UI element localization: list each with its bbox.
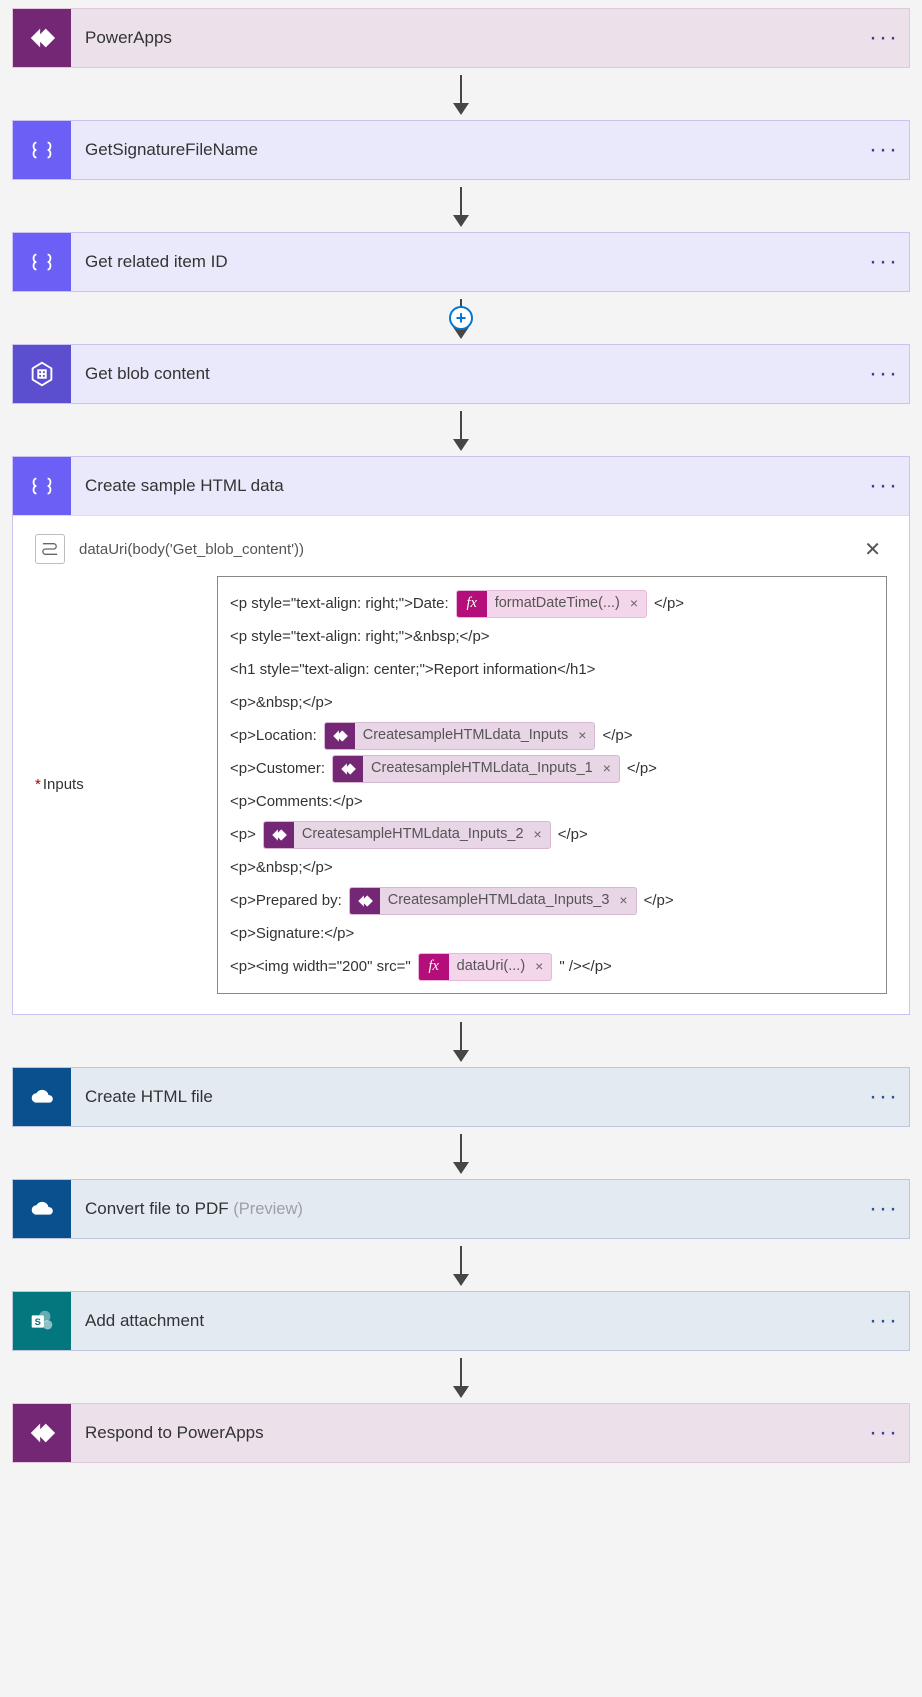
connector-arrow [12,68,910,120]
step-menu-button[interactable]: ··· [869,1307,909,1335]
step-menu-button[interactable]: ··· [869,472,909,500]
step-getsignaturefilename[interactable]: GetSignatureFileName ··· [12,120,910,180]
step-header[interactable]: Create sample HTML data ··· [13,457,909,515]
token-remove-icon[interactable]: × [574,722,594,750]
add-step-button[interactable]: + [449,306,473,330]
step-title: Add attachment [71,1311,869,1331]
powerapps-icon [264,821,294,849]
connector-arrow [12,180,910,232]
peek-icon[interactable] [35,534,65,564]
connector-arrow [12,1351,910,1403]
onedrive-icon [13,1180,71,1238]
token-inputs-1[interactable]: CreatesampleHTMLdata_Inputs_1 × [332,755,620,783]
step-convertfiletopdf[interactable]: Convert file to PDF (Preview) ··· [12,1179,910,1239]
step-menu-button[interactable]: ··· [869,360,909,388]
compose-icon [13,457,71,515]
connector-arrow [12,1015,910,1067]
step-title: PowerApps [71,28,869,48]
step-getblobcontent[interactable]: Get blob content ··· [12,344,910,404]
token-remove-icon[interactable]: × [530,821,550,849]
step-title: Respond to PowerApps [71,1423,869,1443]
svg-text:S: S [35,1317,41,1327]
connector-arrow-with-add: + [12,292,910,344]
token-formatdatetime[interactable]: fx formatDateTime(...) × [456,590,647,618]
compose-icon [13,121,71,179]
token-inputs-2[interactable]: CreatesampleHTMLdata_Inputs_2 × [263,821,551,849]
token-remove-icon[interactable]: × [615,887,635,915]
sharepoint-icon: S [13,1292,71,1350]
connector-arrow [12,1239,910,1291]
close-icon[interactable]: ✕ [858,537,887,562]
step-menu-button[interactable]: ··· [869,1419,909,1447]
onedrive-icon [13,1068,71,1126]
token-datauri[interactable]: fx dataUri(...) × [418,953,553,981]
step-createsamplehtmldata: Create sample HTML data ··· dataUri(body… [12,456,910,1015]
step-title: Create HTML file [71,1087,869,1107]
step-createhtmlfile[interactable]: Create HTML file ··· [12,1067,910,1127]
inputs-label: *Inputs [35,576,217,793]
step-title: Convert file to PDF (Preview) [71,1199,869,1219]
connector-arrow [12,404,910,456]
compose-icon [13,233,71,291]
step-menu-button[interactable]: ··· [869,24,909,52]
connector-arrow [12,1127,910,1179]
step-title: Get blob content [71,364,869,384]
step-addattachment[interactable]: S Add attachment ··· [12,1291,910,1351]
inputs-editor[interactable]: <p style="text-align: right;">Date: fx f… [217,576,887,994]
token-remove-icon[interactable]: × [599,755,619,783]
step-respondtopowerapps[interactable]: Respond to PowerApps ··· [12,1403,910,1463]
peek-expression: dataUri(body('Get_blob_content')) [79,541,858,558]
fx-icon: fx [419,953,449,981]
step-body: dataUri(body('Get_blob_content')) ✕ *Inp… [13,515,909,1014]
fx-icon: fx [457,590,487,618]
step-title: Create sample HTML data [71,476,869,496]
powerapps-icon [333,755,363,783]
token-inputs-3[interactable]: CreatesampleHTMLdata_Inputs_3 × [349,887,637,915]
step-title: Get related item ID [71,252,869,272]
token-remove-icon[interactable]: × [531,953,551,981]
step-powerapps[interactable]: PowerApps ··· [12,8,910,68]
token-inputs[interactable]: CreatesampleHTMLdata_Inputs × [324,722,596,750]
step-menu-button[interactable]: ··· [869,136,909,164]
powerapps-icon [13,9,71,67]
token-remove-icon[interactable]: × [626,590,646,618]
step-menu-button[interactable]: ··· [869,1195,909,1223]
powerapps-icon [325,722,355,750]
step-menu-button[interactable]: ··· [869,1083,909,1111]
step-getrelateditemid[interactable]: Get related item ID ··· [12,232,910,292]
step-menu-button[interactable]: ··· [869,248,909,276]
powerapps-icon [13,1404,71,1462]
azureblob-icon [13,345,71,403]
step-title: GetSignatureFileName [71,140,869,160]
powerapps-icon [350,887,380,915]
